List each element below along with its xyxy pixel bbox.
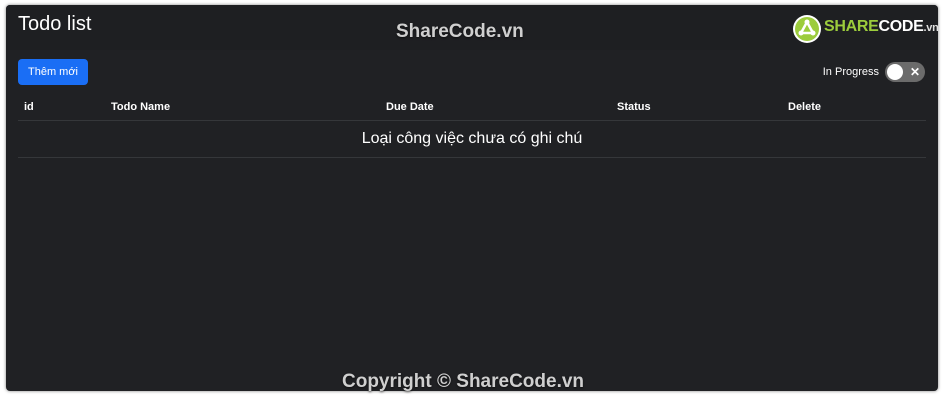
table-header-row: id Todo Name Due Date Status Delete: [18, 96, 926, 121]
toggle-knob: [887, 64, 903, 80]
close-icon: ✕: [909, 65, 920, 79]
column-header-status: Status: [611, 96, 782, 121]
empty-message: Loại công việc chưa có ghi chú: [18, 120, 926, 158]
column-header-todo-name: Todo Name: [105, 96, 380, 121]
in-progress-filter: In Progress ✕: [823, 62, 925, 82]
logo-text-domain: .vn: [923, 22, 939, 34]
toggle-label: In Progress: [822, 66, 879, 78]
app-window: Todo list ShareCode.vn SHARECODE.vn Thêm…: [6, 5, 939, 392]
logo-text: SHARECODE.vn: [824, 18, 939, 36]
add-todo-button[interactable]: Thêm mới: [18, 59, 88, 85]
watermark-top-text: ShareCode.vn: [396, 21, 524, 42]
logo-text-share: SHARE: [824, 18, 879, 35]
table-row: Loại công việc chưa có ghi chú: [18, 120, 926, 158]
watermark-bottom-text: Copyright © ShareCode.vn: [342, 371, 585, 392]
page-title: Todo list: [18, 13, 92, 35]
todo-table: id Todo Name Due Date Status Delete Loại…: [18, 96, 926, 158]
sharecode-logo-icon: [793, 15, 821, 43]
sharecode-logo[interactable]: SHARECODE.vn: [790, 11, 939, 47]
column-header-delete: Delete: [782, 96, 926, 121]
in-progress-toggle[interactable]: ✕: [885, 62, 925, 82]
column-header-due-date: Due Date: [380, 96, 611, 121]
column-header-id: id: [18, 96, 105, 121]
logo-text-code: CODE: [878, 18, 924, 35]
